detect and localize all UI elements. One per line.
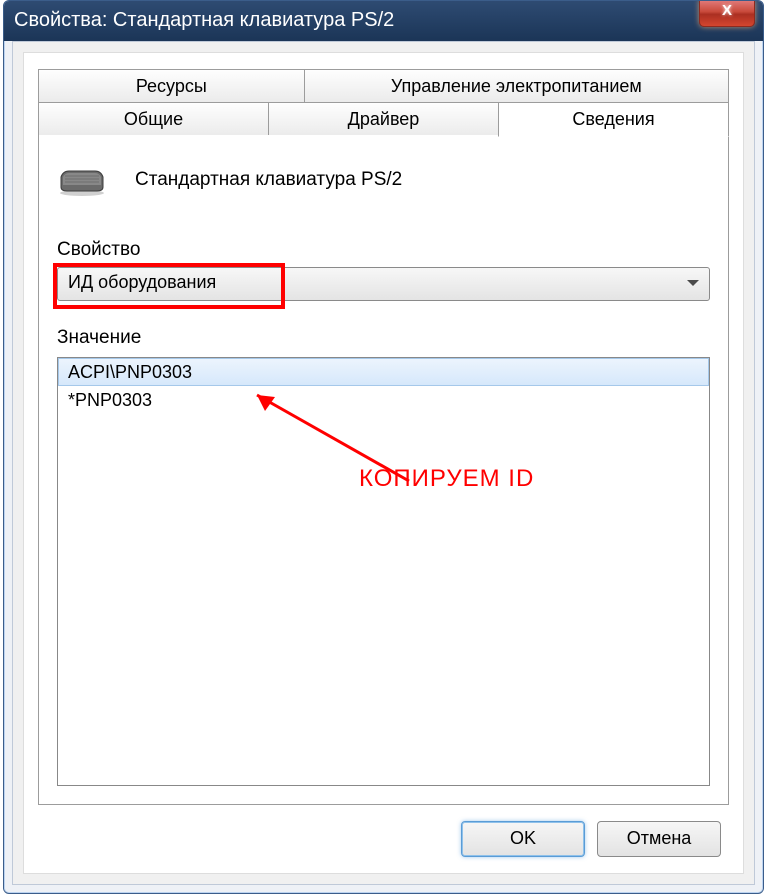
client-inner: Ресурсы Управление электропитанием Общие… xyxy=(23,52,744,874)
chevron-down-icon xyxy=(687,280,699,286)
tab-strip: Ресурсы Управление электропитанием Общие… xyxy=(38,69,729,143)
titlebar: Свойства: Стандартная клавиатура PS/2 X xyxy=(4,1,763,41)
window-title: Свойства: Стандартная клавиатура PS/2 xyxy=(14,9,394,32)
tab-general[interactable]: Общие xyxy=(38,102,269,137)
properties-window: Свойства: Стандартная клавиатура PS/2 X … xyxy=(3,0,764,894)
close-button[interactable]: X xyxy=(699,0,755,27)
client-area: Ресурсы Управление электропитанием Общие… xyxy=(12,41,755,885)
tab-details[interactable]: Сведения xyxy=(498,102,729,137)
ok-button[interactable]: OK xyxy=(461,821,585,857)
cancel-button[interactable]: Отмена xyxy=(597,821,721,857)
device-name: Стандартная клавиатура PS/2 xyxy=(135,169,402,191)
list-item[interactable]: *PNP0303 xyxy=(58,386,709,414)
keyboard-icon xyxy=(57,163,107,197)
property-dropdown-selected: ИД оборудования xyxy=(68,272,216,293)
property-dropdown[interactable]: ИД оборудования xyxy=(57,267,710,301)
tab-page-details: Стандартная клавиатура PS/2 Свойство ИД … xyxy=(38,135,729,805)
list-item[interactable]: ACPI\PNP0303 xyxy=(58,358,709,386)
value-label: Значение xyxy=(57,327,141,349)
value-listbox[interactable]: ACPI\PNP0303 *PNP0303 xyxy=(57,357,710,786)
dialog-buttons: OK Отмена xyxy=(449,821,721,855)
tab-resources[interactable]: Ресурсы xyxy=(38,69,305,103)
tab-power-management[interactable]: Управление электропитанием xyxy=(304,69,729,103)
tab-driver[interactable]: Драйвер xyxy=(268,102,499,137)
property-label: Свойство xyxy=(57,239,140,261)
device-header: Стандартная клавиатура PS/2 xyxy=(57,163,710,197)
